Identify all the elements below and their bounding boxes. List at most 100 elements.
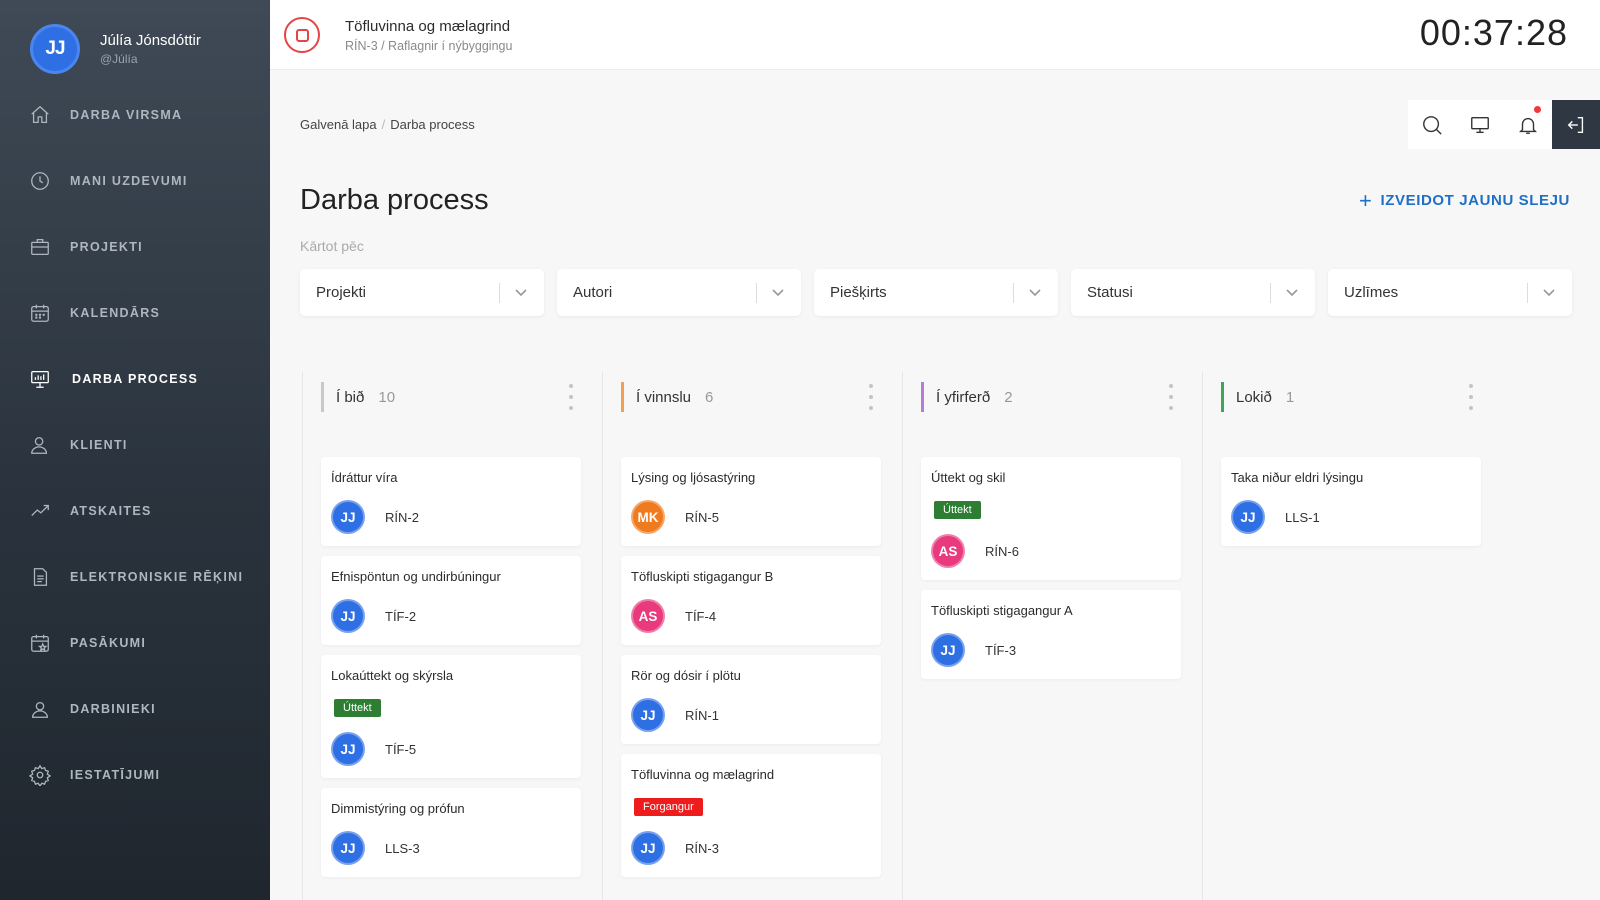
task-card[interactable]: Töfluskipti stigagangur B AS TÍF-4 <box>621 556 881 645</box>
breadcrumb-home[interactable]: Galvenā lapa <box>300 117 377 132</box>
card-list: Lýsing og ljósastýring MK RÍN-5 Töfluskipti… <box>621 457 881 887</box>
sidebar-item-atskaites[interactable]: ATSKAITES <box>0 478 270 544</box>
sidebar-item-label: ATSKAITES <box>70 504 152 518</box>
column-header: Í vinnslu 6 <box>621 382 713 412</box>
briefcase-icon <box>28 235 52 259</box>
avatar[interactable]: JJ <box>931 633 965 667</box>
card-code: TÍF-2 <box>385 608 417 624</box>
column-count: 10 <box>378 388 396 406</box>
sidebar-item-label: KLIENTI <box>70 438 128 452</box>
create-column-button[interactable]: + IZVEIDOT JAUNU SLEJU <box>1359 187 1570 213</box>
card-footer: JJ LLS-1 <box>1231 500 1471 534</box>
chevron-down-icon <box>1028 285 1042 304</box>
filter-label: Uzlīmes <box>1344 284 1399 301</box>
user-profile[interactable]: JJ Júlía Jónsdóttir @Júlía <box>30 24 201 74</box>
logout-button[interactable] <box>1552 100 1600 149</box>
sidebar-item-darba-process[interactable]: DARBA PROCESS <box>0 346 270 412</box>
filter-dropdown[interactable]: Autori <box>557 269 801 316</box>
avatar[interactable]: JJ <box>331 831 365 865</box>
gear-icon <box>28 763 52 787</box>
home-icon <box>28 103 52 127</box>
stop-timer-button[interactable] <box>284 17 320 53</box>
avatar[interactable]: JJ <box>631 698 665 732</box>
column-title: Lokið <box>1236 388 1272 406</box>
sidebar-item-kalend-rs[interactable]: KALENDĀRS <box>0 280 270 346</box>
card-code: LLS-1 <box>1285 509 1320 525</box>
sidebar-item-mani-uzdevumi[interactable]: MANI UZDEVUMI <box>0 148 270 214</box>
avatar[interactable]: JJ <box>331 732 365 766</box>
column-count: 6 <box>705 388 714 406</box>
sidebar-nav: DARBA VIRSMA MANI UZDEVUMI PROJEKTI KALENDĀ… <box>0 82 270 808</box>
plus-icon: + <box>1359 187 1373 213</box>
chevron-down-icon <box>514 285 528 304</box>
monitor-icon <box>1471 116 1489 133</box>
column-title: Í bið <box>336 388 365 406</box>
avatar[interactable]: MK <box>631 500 665 534</box>
task-card[interactable]: Töfluskipti stigagangur A JJ TÍF-3 <box>921 590 1181 679</box>
sidebar-item-iestat-jumi[interactable]: IESTATĪJUMI <box>0 742 270 808</box>
sort-label: Kārtot pēc <box>300 238 364 254</box>
chevron-down-icon <box>771 285 785 304</box>
avatar[interactable]: AS <box>631 599 665 633</box>
filter-dropdown[interactable]: Projekti <box>300 269 544 316</box>
sidebar-item-label: MANI UZDEVUMI <box>70 174 188 188</box>
active-task-title: Töfluvinna og mælagrind <box>345 18 511 35</box>
avatar[interactable]: JJ <box>331 500 365 534</box>
sidebar-item-label: PROJEKTI <box>70 240 143 254</box>
sidebar-item-klienti[interactable]: KLIENTI <box>0 412 270 478</box>
clock-icon <box>28 169 52 193</box>
user-icon <box>28 433 52 457</box>
sidebar-item-darba-virsma[interactable]: DARBA VIRSMA <box>0 82 270 148</box>
filter-dropdown[interactable]: Statusi <box>1071 269 1315 316</box>
task-card[interactable]: Efnispöntun og undirbúningur JJ TÍF-2 <box>321 556 581 645</box>
filter-dropdown[interactable]: Uzlīmes <box>1328 269 1572 316</box>
notification-dot <box>1533 105 1542 114</box>
card-code: RÍN-1 <box>685 707 719 723</box>
card-code: TÍF-5 <box>385 741 417 757</box>
calendar-star-icon <box>28 631 52 655</box>
search-button[interactable] <box>1408 100 1456 149</box>
card-footer: JJ TÍF-2 <box>331 599 571 633</box>
avatar[interactable]: JJ <box>1231 500 1265 534</box>
column-menu-button[interactable] <box>868 384 874 410</box>
card-footer: JJ TÍF-5 <box>331 732 571 766</box>
avatar[interactable]: JJ <box>331 599 365 633</box>
trend-chart-icon <box>28 499 52 523</box>
task-card[interactable]: Töfluvinna og mælagrind Forgangur JJ RÍN-3 <box>621 754 881 877</box>
card-footer: MK RÍN-5 <box>631 500 871 534</box>
timer-display: 00:37:28 <box>1419 12 1568 53</box>
avatar[interactable]: JJ <box>30 24 80 74</box>
board-column: Í yfirferð 2 Úttekt og skil Úttekt AS RÍN-6 Tö… <box>902 372 1202 900</box>
sidebar-item-elektroniskie-r-ini[interactable]: ELEKTRONISKIE RĒĶINI <box>0 544 270 610</box>
task-card[interactable]: Rör og dósir í plötu JJ RÍN-1 <box>621 655 881 744</box>
card-code: LLS-3 <box>385 840 420 856</box>
task-card[interactable]: Dimmistýring og prófun JJ LLS-3 <box>321 788 581 877</box>
column-menu-button[interactable] <box>1168 384 1174 410</box>
column-menu-button[interactable] <box>1468 384 1474 410</box>
task-card[interactable]: Lokaúttekt og skýrsla Úttekt JJ TÍF-5 <box>321 655 581 778</box>
sidebar-item-projekti[interactable]: PROJEKTI <box>0 214 270 280</box>
avatar[interactable]: AS <box>931 534 965 568</box>
card-code: RÍN-5 <box>685 509 719 525</box>
sidebar-item-label: KALENDĀRS <box>70 306 161 320</box>
users-icon <box>28 697 52 721</box>
column-menu-button[interactable] <box>568 384 574 410</box>
task-card[interactable]: Taka niður eldri lýsingu JJ LLS-1 <box>1221 457 1481 546</box>
card-title: Taka niður eldri lýsingu <box>1231 470 1364 485</box>
board-column: Í bið 10 Ídráttur víra JJ RÍN-2 Efnispöntun o… <box>302 372 602 900</box>
monitor-button[interactable] <box>1456 100 1504 149</box>
card-tag: Forgangur <box>634 798 703 816</box>
sidebar-item-darbinieki[interactable]: DARBINIEKI <box>0 676 270 742</box>
task-card[interactable]: Ídráttur víra JJ RÍN-2 <box>321 457 581 546</box>
avatar[interactable]: JJ <box>631 831 665 865</box>
sidebar: JJ Júlía Jónsdóttir @Júlía DARBA VIRSMA M… <box>0 0 270 900</box>
filter-dropdown[interactable]: Piešķirts <box>814 269 1058 316</box>
board-column: Í vinnslu 6 Lýsing og ljósastýring MK RÍN-5 T… <box>602 372 902 900</box>
board-column: Lokið 1 Taka niður eldri lýsingu JJ LLS-1 <box>1202 372 1502 900</box>
user-name: Júlía Jónsdóttir <box>100 32 201 49</box>
task-card[interactable]: Lýsing og ljósastýring MK RÍN-5 <box>621 457 881 546</box>
notifications-button[interactable] <box>1504 100 1552 149</box>
task-card[interactable]: Úttekt og skil Úttekt AS RÍN-6 <box>921 457 1181 580</box>
chevron-down-icon <box>1542 285 1556 304</box>
sidebar-item-pas-kumi[interactable]: PASĀKUMI <box>0 610 270 676</box>
